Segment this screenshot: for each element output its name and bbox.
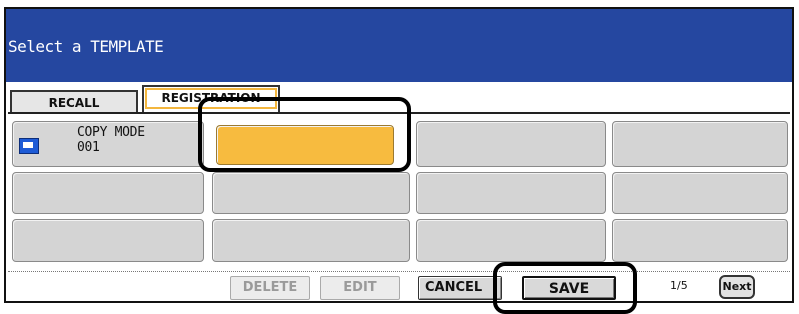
tab-registration[interactable]: REGISTRATION <box>142 85 280 112</box>
tab-recall[interactable]: RECALL <box>10 90 138 112</box>
next-page-button[interactable]: Next <box>719 275 755 299</box>
template-slot-8[interactable] <box>612 172 788 214</box>
template-slot-3[interactable] <box>416 121 606 167</box>
template-slot-7[interactable] <box>416 172 606 214</box>
cancel-button[interactable]: CANCEL <box>418 276 502 300</box>
template-slot-10[interactable] <box>212 219 410 262</box>
save-button[interactable]: SAVE <box>522 276 616 300</box>
template-slot-6[interactable] <box>212 172 410 214</box>
template-slot-1[interactable]: COPY MODE 001 <box>12 121 204 167</box>
header-bar: Select a TEMPLATE <box>6 9 792 82</box>
template-slot-4[interactable] <box>612 121 788 167</box>
template-slot-1-number: 001 <box>77 140 100 155</box>
template-slot-1-mode: COPY MODE <box>77 125 145 140</box>
page-indicator: 1/5 <box>670 279 688 292</box>
template-grid: COPY MODE 001 <box>8 112 790 265</box>
template-slot-12[interactable] <box>612 219 788 262</box>
delete-button[interactable]: DELETE <box>230 276 310 300</box>
footer-bar: DELETE EDIT CANCEL SAVE 1/5 Next <box>8 271 790 304</box>
template-slot-11[interactable] <box>416 219 606 262</box>
copy-mode-icon <box>19 138 39 154</box>
template-slot-9[interactable] <box>12 219 204 262</box>
edit-button[interactable]: EDIT <box>320 276 400 300</box>
page-title: Select a TEMPLATE <box>8 37 164 56</box>
template-slot-5[interactable] <box>12 172 204 214</box>
template-slot-2[interactable] <box>216 125 394 165</box>
template-panel: Select a TEMPLATE RECALL REGISTRATION CO… <box>4 7 794 303</box>
